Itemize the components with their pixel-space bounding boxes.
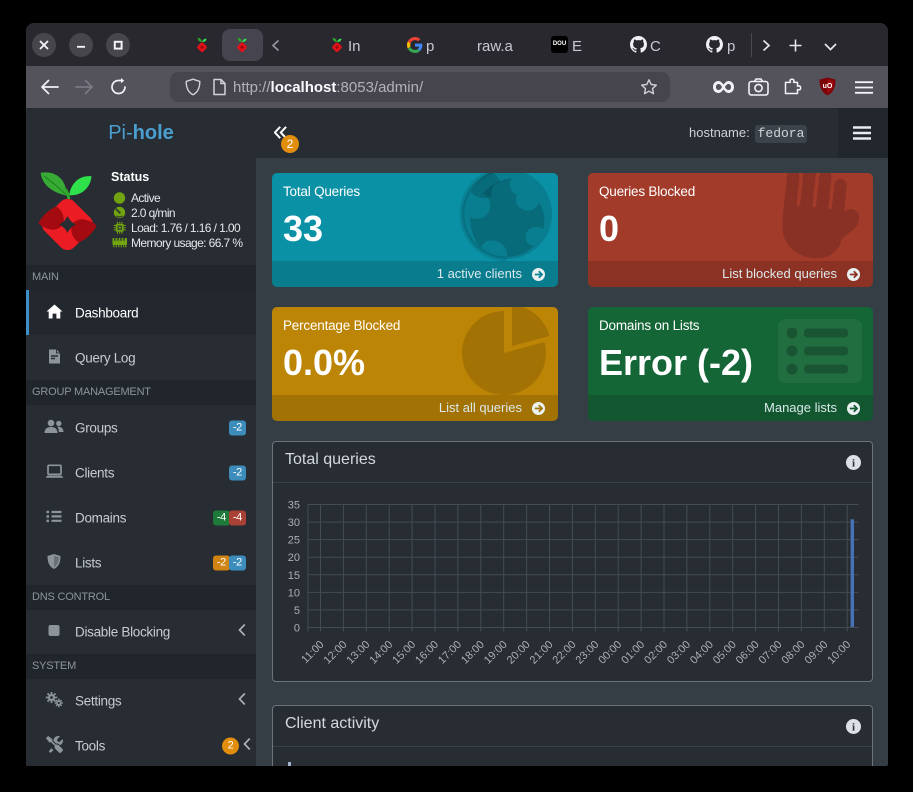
svg-text:21:00: 21:00 [528, 639, 556, 667]
svg-text:03:00: 03:00 [665, 639, 693, 667]
svg-text:00:00: 00:00 [596, 639, 624, 667]
svg-text:06:00: 06:00 [734, 639, 762, 667]
svg-text:16:00: 16:00 [413, 639, 441, 667]
svg-text:0: 0 [294, 623, 300, 635]
svg-text:35: 35 [288, 500, 300, 512]
svg-text:25: 25 [288, 535, 300, 547]
svg-text:15:00: 15:00 [390, 639, 418, 667]
svg-text:09:00: 09:00 [802, 639, 830, 667]
svg-text:22:00: 22:00 [551, 639, 579, 667]
svg-text:01:00: 01:00 [619, 639, 647, 667]
svg-text:07:00: 07:00 [757, 639, 785, 667]
svg-text:5: 5 [294, 605, 300, 617]
svg-text:02:00: 02:00 [642, 639, 670, 667]
svg-text:11:00: 11:00 [299, 639, 326, 666]
svg-text:15: 15 [288, 570, 300, 582]
svg-text:14:00: 14:00 [367, 639, 395, 667]
svg-text:04:00: 04:00 [688, 639, 716, 667]
svg-text:17:00: 17:00 [436, 639, 464, 667]
svg-text:20:00: 20:00 [505, 639, 533, 667]
svg-text:20: 20 [288, 552, 300, 564]
svg-text:23:00: 23:00 [573, 639, 601, 667]
svg-text:18:00: 18:00 [459, 639, 487, 667]
svg-text:12:00: 12:00 [322, 639, 350, 667]
svg-text:i: i [852, 721, 855, 733]
svg-text:19:00: 19:00 [482, 639, 510, 667]
svg-text:uO: uO [823, 83, 833, 90]
svg-text:10: 10 [288, 587, 300, 599]
svg-text:08:00: 08:00 [780, 639, 808, 667]
svg-text:10:00: 10:00 [825, 639, 853, 667]
svg-text:i: i [852, 457, 855, 469]
svg-text:13:00: 13:00 [344, 639, 372, 667]
svg-text:30: 30 [288, 517, 300, 529]
svg-text:05:00: 05:00 [711, 639, 739, 667]
